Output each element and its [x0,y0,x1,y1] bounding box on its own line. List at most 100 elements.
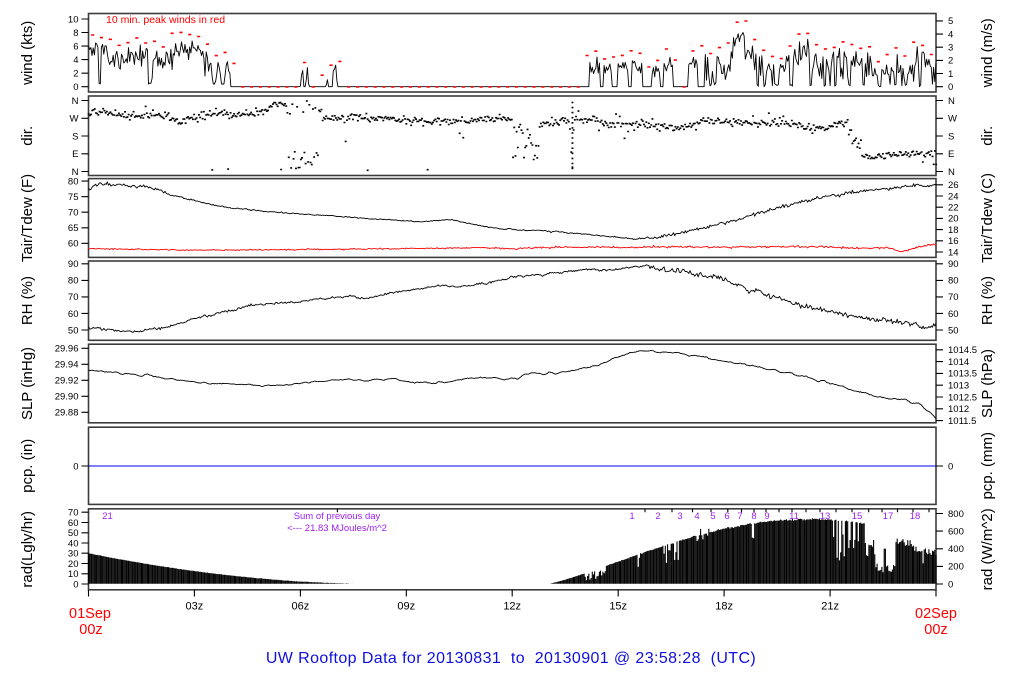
svg-text:6: 6 [724,511,729,522]
svg-text:1012.5: 1012.5 [948,392,977,403]
svg-text:10: 10 [68,569,79,580]
svg-text:70: 70 [948,292,959,303]
svg-text:18z: 18z [715,601,733,613]
svg-text:02Sep: 02Sep [915,606,957,622]
svg-text:15z: 15z [609,601,627,613]
svg-text:5: 5 [948,16,953,27]
svg-text:800: 800 [948,509,964,520]
svg-text:18: 18 [910,511,921,522]
svg-text:0: 0 [73,82,78,93]
svg-text:60: 60 [68,239,79,250]
svg-text:Tair/Tdew (C): Tair/Tdew (C) [979,173,996,263]
svg-text:75: 75 [68,192,79,203]
svg-text:SLP (hPa): SLP (hPa) [979,349,996,418]
svg-text:60: 60 [68,518,79,529]
svg-text:rad (W/m^2): rad (W/m^2) [979,508,996,590]
svg-text:6: 6 [73,41,78,52]
svg-text:01Sep: 01Sep [69,606,111,622]
svg-text:rad(Lgly/hr): rad(Lgly/hr) [19,511,36,588]
svg-text:40: 40 [68,538,79,549]
svg-text:5: 5 [710,511,715,522]
svg-text:600: 600 [948,526,964,537]
svg-text:16: 16 [948,236,959,247]
svg-text:80: 80 [948,276,959,287]
svg-text:2: 2 [948,56,953,67]
svg-text:3: 3 [948,43,953,54]
svg-text:N: N [948,167,955,178]
svg-text:4: 4 [948,29,953,40]
svg-text:60: 60 [948,309,959,320]
svg-text:26: 26 [948,180,959,191]
svg-text:<--- 21.83 MJoules/m^2: <--- 21.83 MJoules/m^2 [287,523,387,534]
svg-text:70: 70 [68,508,79,519]
svg-text:1012: 1012 [948,404,969,415]
svg-text:50: 50 [68,325,79,336]
svg-text:8: 8 [73,28,78,39]
svg-text:0: 0 [73,579,78,590]
svg-text:60: 60 [68,309,79,320]
svg-text:24: 24 [948,191,959,202]
svg-text:80: 80 [68,176,79,187]
svg-text:S: S [948,131,954,142]
svg-text:1: 1 [629,511,634,522]
svg-text:15: 15 [852,511,863,522]
svg-text:0: 0 [73,461,78,472]
svg-text:29.94: 29.94 [55,360,79,371]
svg-text:dir.: dir. [19,126,36,146]
svg-text:10 min. peak winds in red: 10 min. peak winds in red [106,14,225,26]
svg-text:S: S [72,131,78,142]
svg-text:70: 70 [68,208,79,219]
svg-text:4: 4 [73,55,78,66]
svg-text:400: 400 [948,544,964,555]
svg-text:2: 2 [73,69,78,80]
svg-text:29.88: 29.88 [55,408,79,419]
svg-text:18: 18 [948,225,959,236]
svg-text:pcp. (mm): pcp. (mm) [979,432,996,500]
svg-text:90: 90 [68,259,79,270]
svg-text:E: E [72,149,78,160]
svg-text:W: W [70,114,79,125]
svg-text:22: 22 [948,203,959,214]
svg-text:N: N [948,96,955,107]
svg-text:2: 2 [655,511,660,522]
svg-text:80: 80 [68,276,79,287]
svg-text:1013: 1013 [948,381,969,392]
svg-text:29.96: 29.96 [55,344,79,355]
svg-text:03z: 03z [186,601,204,613]
svg-text:21: 21 [102,511,113,522]
svg-text:dir.: dir. [979,126,996,146]
svg-text:0: 0 [948,461,953,472]
svg-text:00z: 00z [924,622,947,638]
svg-text:N: N [72,96,79,107]
svg-text:pcp. (in): pcp. (in) [19,439,36,493]
svg-text:wind (kts): wind (kts) [19,21,36,86]
svg-text:30: 30 [68,549,79,560]
svg-text:wind (m/s): wind (m/s) [979,18,996,88]
svg-text:50: 50 [948,325,959,336]
svg-text:SLP (inHg): SLP (inHg) [19,347,36,420]
svg-text:09z: 09z [397,601,415,613]
svg-text:21z: 21z [821,601,839,613]
svg-text:Tair/Tdew (F): Tair/Tdew (F) [19,174,36,262]
svg-text:9: 9 [764,511,769,522]
svg-text:20: 20 [68,559,79,570]
svg-text:29.92: 29.92 [55,376,79,387]
svg-text:90: 90 [948,259,959,270]
svg-text:0: 0 [948,82,953,93]
svg-text:1: 1 [948,69,953,80]
svg-text:UW Rooftop Data for 20130831: UW Rooftop Data for 20130831 to 20130901… [266,650,756,667]
svg-text:14: 14 [948,247,959,258]
svg-text:00z: 00z [79,622,102,638]
svg-text:W: W [948,114,957,125]
svg-text:17: 17 [883,511,894,522]
svg-text:29.90: 29.90 [55,392,79,403]
svg-text:65: 65 [68,223,79,234]
svg-text:1014.5: 1014.5 [948,345,977,356]
svg-text:3: 3 [677,511,682,522]
svg-text:70: 70 [68,292,79,303]
svg-text:4: 4 [694,511,699,522]
svg-text:12z: 12z [503,601,521,613]
svg-text:Sum of previous day: Sum of previous day [294,511,381,522]
svg-text:20: 20 [948,214,959,225]
svg-text:200: 200 [948,562,964,573]
